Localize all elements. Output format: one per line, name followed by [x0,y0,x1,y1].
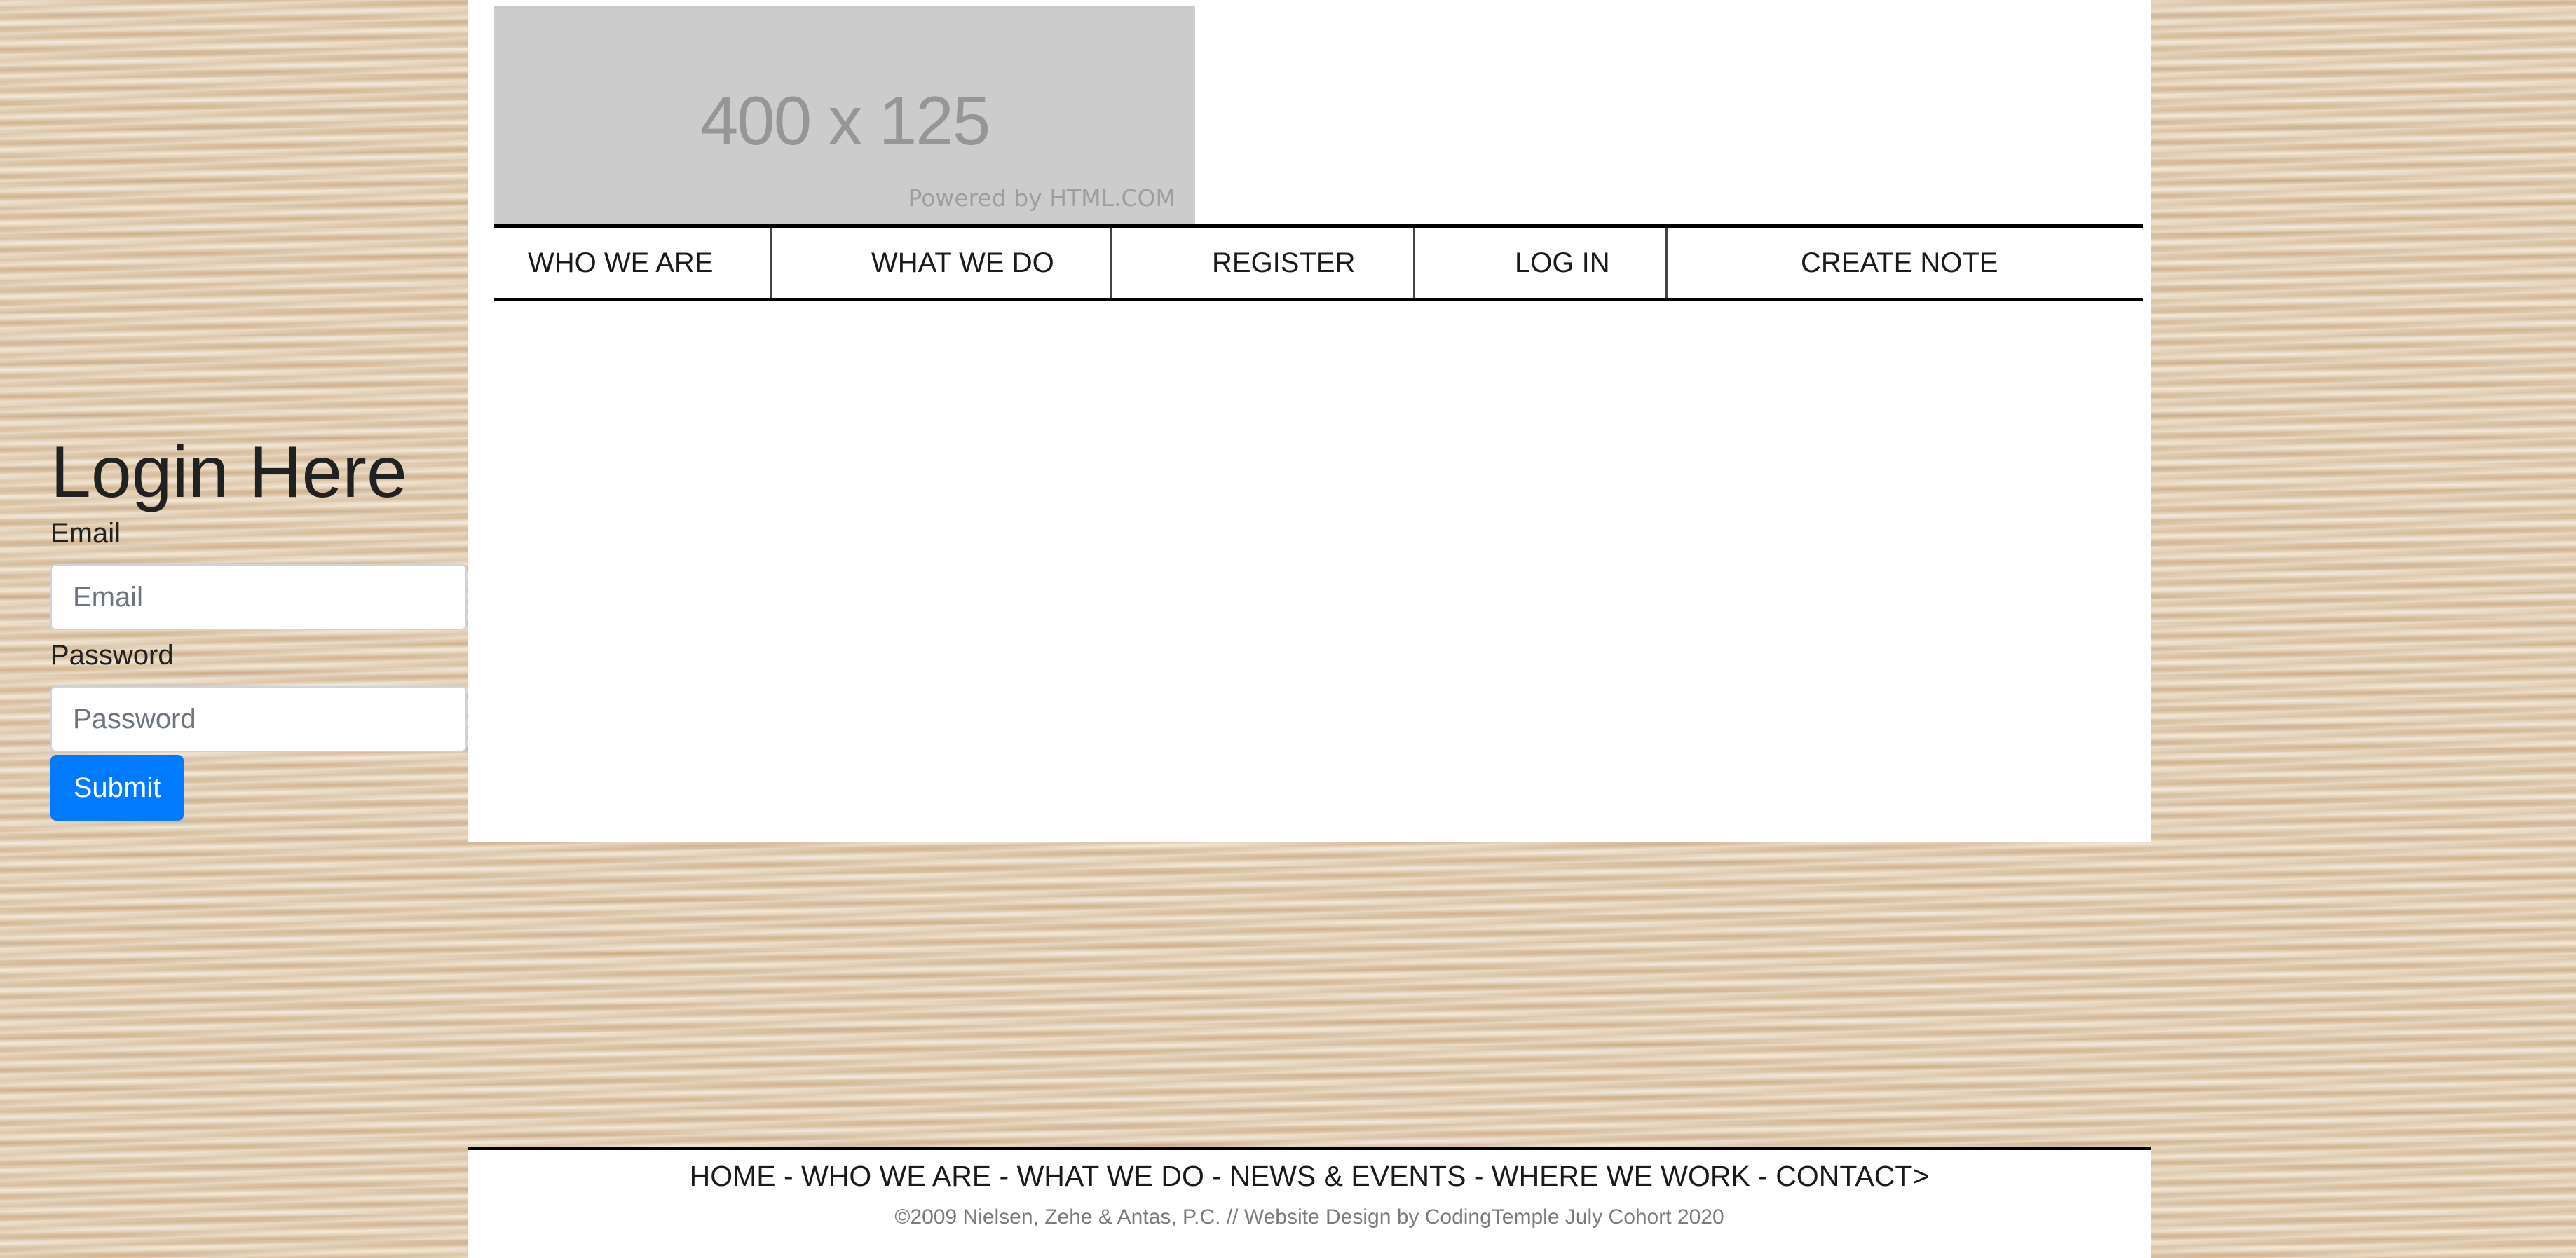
nav-item-what-we-do[interactable]: WHAT WE DO [772,228,1112,298]
main-content-panel: 400 x 125 Powered by HTML.COM WHO WE ARE… [468,0,2151,842]
nav-item-who-we-are[interactable]: WHO WE ARE [494,228,772,298]
login-title: Login Here [50,432,407,513]
footer: HOME - WHO WE ARE - WHAT WE DO - NEWS & … [468,1147,2151,1258]
logo-placeholder-image: 400 x 125 Powered by HTML.COM [494,6,1195,224]
main-navigation: WHO WE ARE WHAT WE DO REGISTER LOG IN CR… [494,224,2143,301]
email-input[interactable] [50,564,467,630]
footer-credit: ©2009 Nielsen, Zehe & Antas, P.C. // Web… [894,1205,1724,1229]
password-label: Password [50,640,174,671]
nav-item-register[interactable]: REGISTER [1112,228,1415,298]
submit-button[interactable]: Submit [50,755,184,821]
logo-size-text: 400 x 125 [700,82,990,159]
nav-item-create-note[interactable]: CREATE NOTE [1668,228,2143,298]
footer-nav-links[interactable]: HOME - WHO WE ARE - WHAT WE DO - NEWS & … [468,1158,2151,1194]
logo-powered-text: Powered by HTML.COM [908,184,1175,212]
password-input[interactable] [50,686,467,752]
email-label: Email [50,518,121,549]
nav-item-log-in[interactable]: LOG IN [1415,228,1668,298]
login-form: Login Here Email Password Submit [50,429,468,821]
